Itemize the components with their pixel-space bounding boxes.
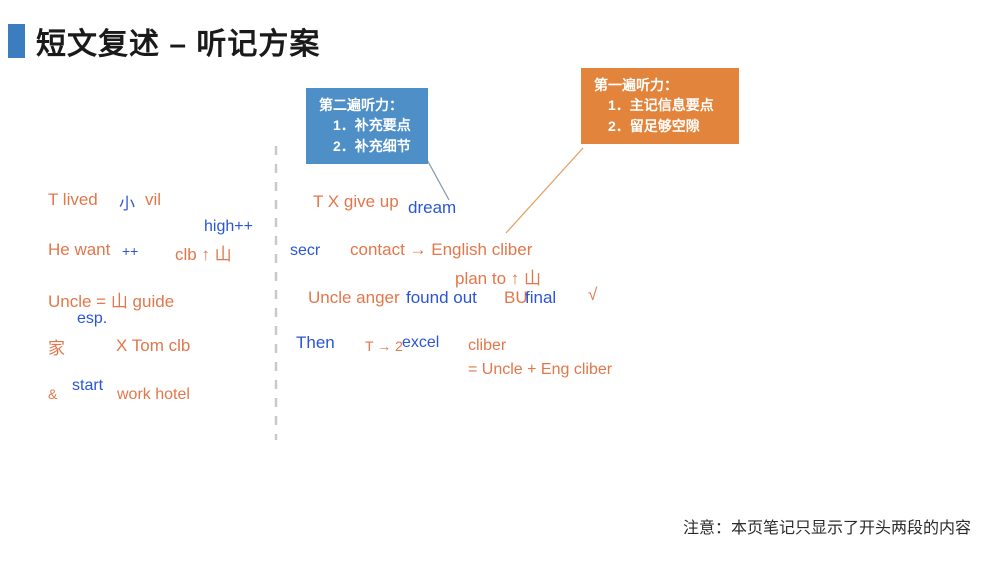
- left-note-clb-up-mountain: clb ↑ 山: [175, 245, 232, 264]
- right-note-plan-to-mountain: plan to ↑ 山: [455, 269, 541, 288]
- left-note-small-glyph: 小: [119, 196, 136, 213]
- title-accent-bar: [8, 24, 25, 58]
- second-listening-leader: [424, 155, 450, 201]
- callout-first-heading: 第一遍听力：: [594, 77, 678, 93]
- left-note-high-plus: high++: [204, 218, 253, 235]
- right-note-contact-english-cliber: contact → English cliber: [350, 240, 533, 259]
- callout-first-listening[interactable]: 第一遍听力： 1．主记信息要点 2．留足够空隙: [581, 68, 739, 144]
- right-note-secr: secr: [290, 242, 321, 259]
- left-note-work-hotel: work hotel: [117, 386, 190, 403]
- left-note-he-want: He want: [48, 240, 111, 259]
- left-note-ampersand: &: [48, 386, 58, 402]
- left-note-vil: vil: [145, 190, 162, 209]
- left-note-esp: esp.: [77, 310, 108, 327]
- callout-second-item-1: 1．补充要点: [333, 117, 411, 134]
- left-note-home: 家: [48, 339, 65, 358]
- right-note-give-up: T X give up: [313, 192, 399, 211]
- callout-second-heading: 第二遍听力：: [319, 97, 403, 113]
- right-note-dream: dream: [408, 198, 457, 217]
- right-note-checkmark: √: [588, 285, 598, 304]
- left-note-uncle-guide: Uncle = 山 guide: [48, 292, 175, 311]
- callout-second-item-2: 2．补充细节: [333, 137, 411, 154]
- right-note-uncle-plus-eng-cliber: = Uncle + Eng cliber: [468, 361, 613, 378]
- callout-second-listening[interactable]: 第二遍听力： 1．补充要点 2．补充细节: [306, 88, 428, 164]
- left-note-start: start: [72, 377, 104, 394]
- left-note-lived: T lived: [48, 190, 98, 209]
- right-note-found-out: found out: [406, 288, 477, 307]
- page-title: 短文复述 – 听记方案: [36, 28, 321, 61]
- slide-canvas: 短文复述 – 听记方案 第二遍听力： 1．补充要点 2．补充细节 第一遍听力： …: [0, 0, 1003, 564]
- right-note-final: final: [525, 288, 557, 307]
- right-note-cliber: cliber: [468, 337, 507, 354]
- first-listening-leader: [505, 147, 584, 234]
- right-note-then: Then: [296, 333, 335, 352]
- callout-first-item-1: 1．主记信息要点: [608, 97, 714, 114]
- right-note-excel: excel: [402, 334, 440, 351]
- callout-first-item-2: 2．留足够空隙: [608, 117, 700, 134]
- footer-note: 注意：本页笔记只显示了开头两段的内容: [682, 520, 971, 537]
- left-note-plusplus: ++: [122, 243, 139, 259]
- left-note-x-tom-clb: X Tom clb: [116, 336, 191, 355]
- right-note-t-to-2: T → 2: [365, 338, 403, 354]
- right-note-uncle-anger: Uncle anger: [308, 288, 400, 307]
